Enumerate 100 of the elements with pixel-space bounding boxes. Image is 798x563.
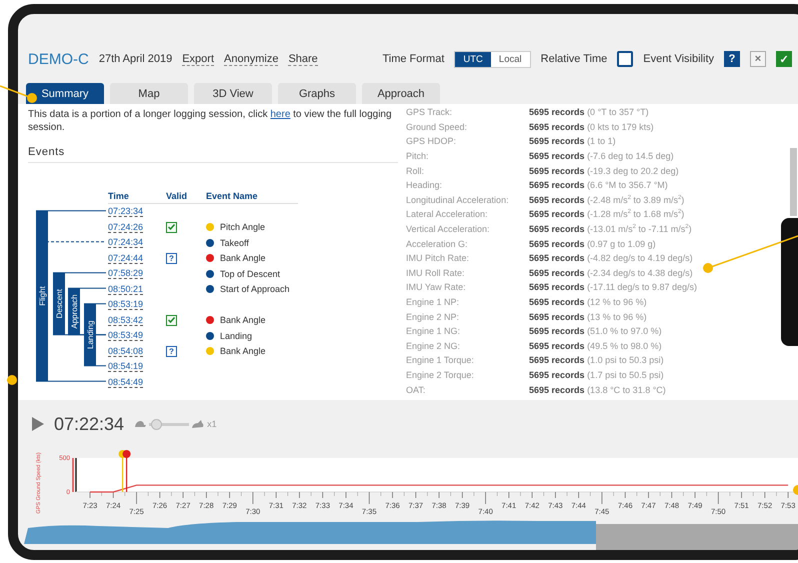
parameter-summary: 5695 records (-17.11 deg/s to 9.87 deg/s) [529,282,697,292]
parameter-summary: 5695 records (-4.82 deg/s to 4.19 deg/s) [529,253,693,264]
event-time-link[interactable]: 08:54:49 [108,376,144,388]
valid-checkbox[interactable] [166,222,177,233]
time-format-label: Time Format [382,53,444,65]
parameter-summary: 5695 records (1.7 psi to 50.5 psi) [529,370,664,380]
parameter-summary: 5695 records (-7.6 deg to 14.5 deg) [529,151,674,162]
parameter-label: Vertical Acceleration: [406,224,491,234]
parameter-summary: 5695 records (1.0 psi to 50.3 psi) [529,355,664,366]
scrollbar-thumb[interactable] [790,148,797,216]
events-heading: Events [28,146,398,163]
parameter-label: Engine 2 NP: [406,312,460,322]
parameter-label: IMU Pitch Rate: [406,253,470,264]
parameter-summary: 5695 records (0.97 g to 1.09 g) [529,238,656,249]
parameter-label: OAT: [406,384,426,395]
header-link[interactable]: Anonymize [224,52,278,66]
unknown-validity-icon[interactable]: ? [166,346,177,357]
callout-marker [7,375,17,385]
event-time-link[interactable]: 07:58:29 [108,268,144,280]
event-name: Pitch Angle [220,222,266,232]
event-time-link[interactable]: 07:24:26 [108,222,144,233]
session-notice: This data is a portion of a longer logging session, click here to view the full logging session. [28,108,393,134]
parameter-summary: 5695 records (13.8 °C to 31.8 °C) [529,384,666,395]
phase-bar: Landing [84,303,106,366]
event-time-link[interactable]: 08:53:19 [108,299,144,310]
parameter-summary: 5695 records (49.5 % to 98.0 %) [529,340,662,351]
full-session-link[interactable]: here [270,109,290,120]
event-name: Bank Angle [220,253,266,264]
tab[interactable]: Map [110,83,188,104]
help-button[interactable]: ? [724,51,740,67]
unknown-validity-icon[interactable]: ? [166,252,177,264]
parameter-label: Engine 2 NG: [406,340,462,351]
parameter-label: GPS HDOP: [406,136,458,146]
event-time-link[interactable]: 08:54:08 [108,346,144,357]
header-link[interactable]: Export [182,52,214,66]
event-time-link[interactable]: 07:24:44 [108,252,144,264]
event-time-link[interactable]: 07:23:34 [108,206,144,218]
parameter-label: Engine 1 NP: [406,297,460,308]
parameter-label: Engine 2 Torque: [406,370,475,380]
column-header: Event Name [206,191,259,201]
speed-reading: x1 [207,419,217,429]
playback-time: 07:22:34 [54,414,124,434]
parameter-label: Acceleration G: [406,238,469,249]
parameter-summary: 5695 records (-2.48 m/s$^{2}$ to 3.89 m/s$^{2}$) [529,194,684,205]
callout-marker [0,85,37,103]
turtle-icon [134,420,146,428]
parameter-label: GPS Track: [406,107,454,118]
tab[interactable]: Approach [362,83,440,104]
parameter-label: Pitch: [406,151,430,162]
parameter-label: Engine 1 NG: [406,326,462,336]
tab[interactable]: Graphs [278,83,356,104]
tab[interactable]: Summary [26,83,104,104]
event-name: Start of Approach [220,284,290,294]
event-name: Bank Angle [220,346,266,356]
time-format-option[interactable]: Local [490,52,530,66]
parameter-label: Heading: [406,180,444,190]
relative-time-label: Relative Time [540,53,608,65]
event-visibility-label: Event Visibility [643,53,714,65]
event-time-link[interactable]: 08:54:19 [108,361,144,372]
parameter-summary: 5695 records (-2.34 deg/s to 4.38 deg/s) [529,268,693,278]
rabbit-icon [192,420,204,428]
play-button[interactable] [32,417,44,431]
show-events-button[interactable]: ✓ [776,51,792,67]
parameter-summary: 5695 records (12 % to 96 %) [529,297,647,308]
parameter-summary: 5695 records (51.0 % to 97.0 %) [529,326,662,336]
event-name: Landing [220,330,252,341]
parameter-summary: 5695 records (6.6 °M to 356.7 °M) [529,180,668,190]
parameter-summary: 5695 records (0 °T to 357 °T) [529,107,649,118]
parameter-summary: 5695 records (13 % to 96 %) [529,312,647,322]
event-name: Top of Descent [220,268,280,279]
parameter-summary: 5695 records (-1.28 m/s$^{2}$ to 1.68 m/s$^{2}$) [529,209,684,220]
relative-time-checkbox[interactable] [617,51,634,67]
parameter-label: Engine 1 Torque: [406,355,475,366]
event-name: Bank Angle [220,315,266,326]
column-header: Valid [166,191,188,201]
header-link[interactable]: Share [288,52,318,66]
event-time-link[interactable]: 08:50:21 [108,284,144,295]
event-time-link[interactable]: 08:53:42 [108,314,144,326]
parameter-summary: 5695 records (-19.3 deg to 20.2 deg) [529,166,679,176]
parameter-label: Roll: [406,166,426,176]
column-header: Time [108,191,130,201]
event-time-link[interactable]: 08:53:49 [108,330,144,342]
callout-marker [793,485,798,495]
parameter-label: IMU Yaw Rate: [406,282,467,292]
parameter-label: Longitudinal Acceleration: [406,194,510,205]
event-time-link[interactable]: 07:24:34 [108,237,144,248]
parameter-summary: 5695 records (1 to 1) [529,136,616,146]
parameter-label: IMU Roll Rate: [406,268,466,278]
event-marker[interactable] [122,450,131,492]
hide-events-button[interactable]: × [750,51,766,67]
speed-slider-thumb[interactable] [150,418,162,430]
parameter-label: Lateral Acceleration: [406,209,489,220]
tab[interactable]: 3D View [194,83,272,104]
parameter-summary: 5695 records (-13.01 m/s$^{2}$ to -7.11 m/s$^{2}$) [529,224,692,234]
event-name: Takeoff [220,238,249,248]
time-format-option[interactable]: UTC [455,52,491,66]
flight-date: 27th April 2019 [98,53,172,65]
valid-checkbox[interactable] [166,314,177,326]
parameter-summary: 5695 records (0 kts to 179 kts) [529,122,654,132]
parameter-label: Ground Speed: [406,122,468,132]
